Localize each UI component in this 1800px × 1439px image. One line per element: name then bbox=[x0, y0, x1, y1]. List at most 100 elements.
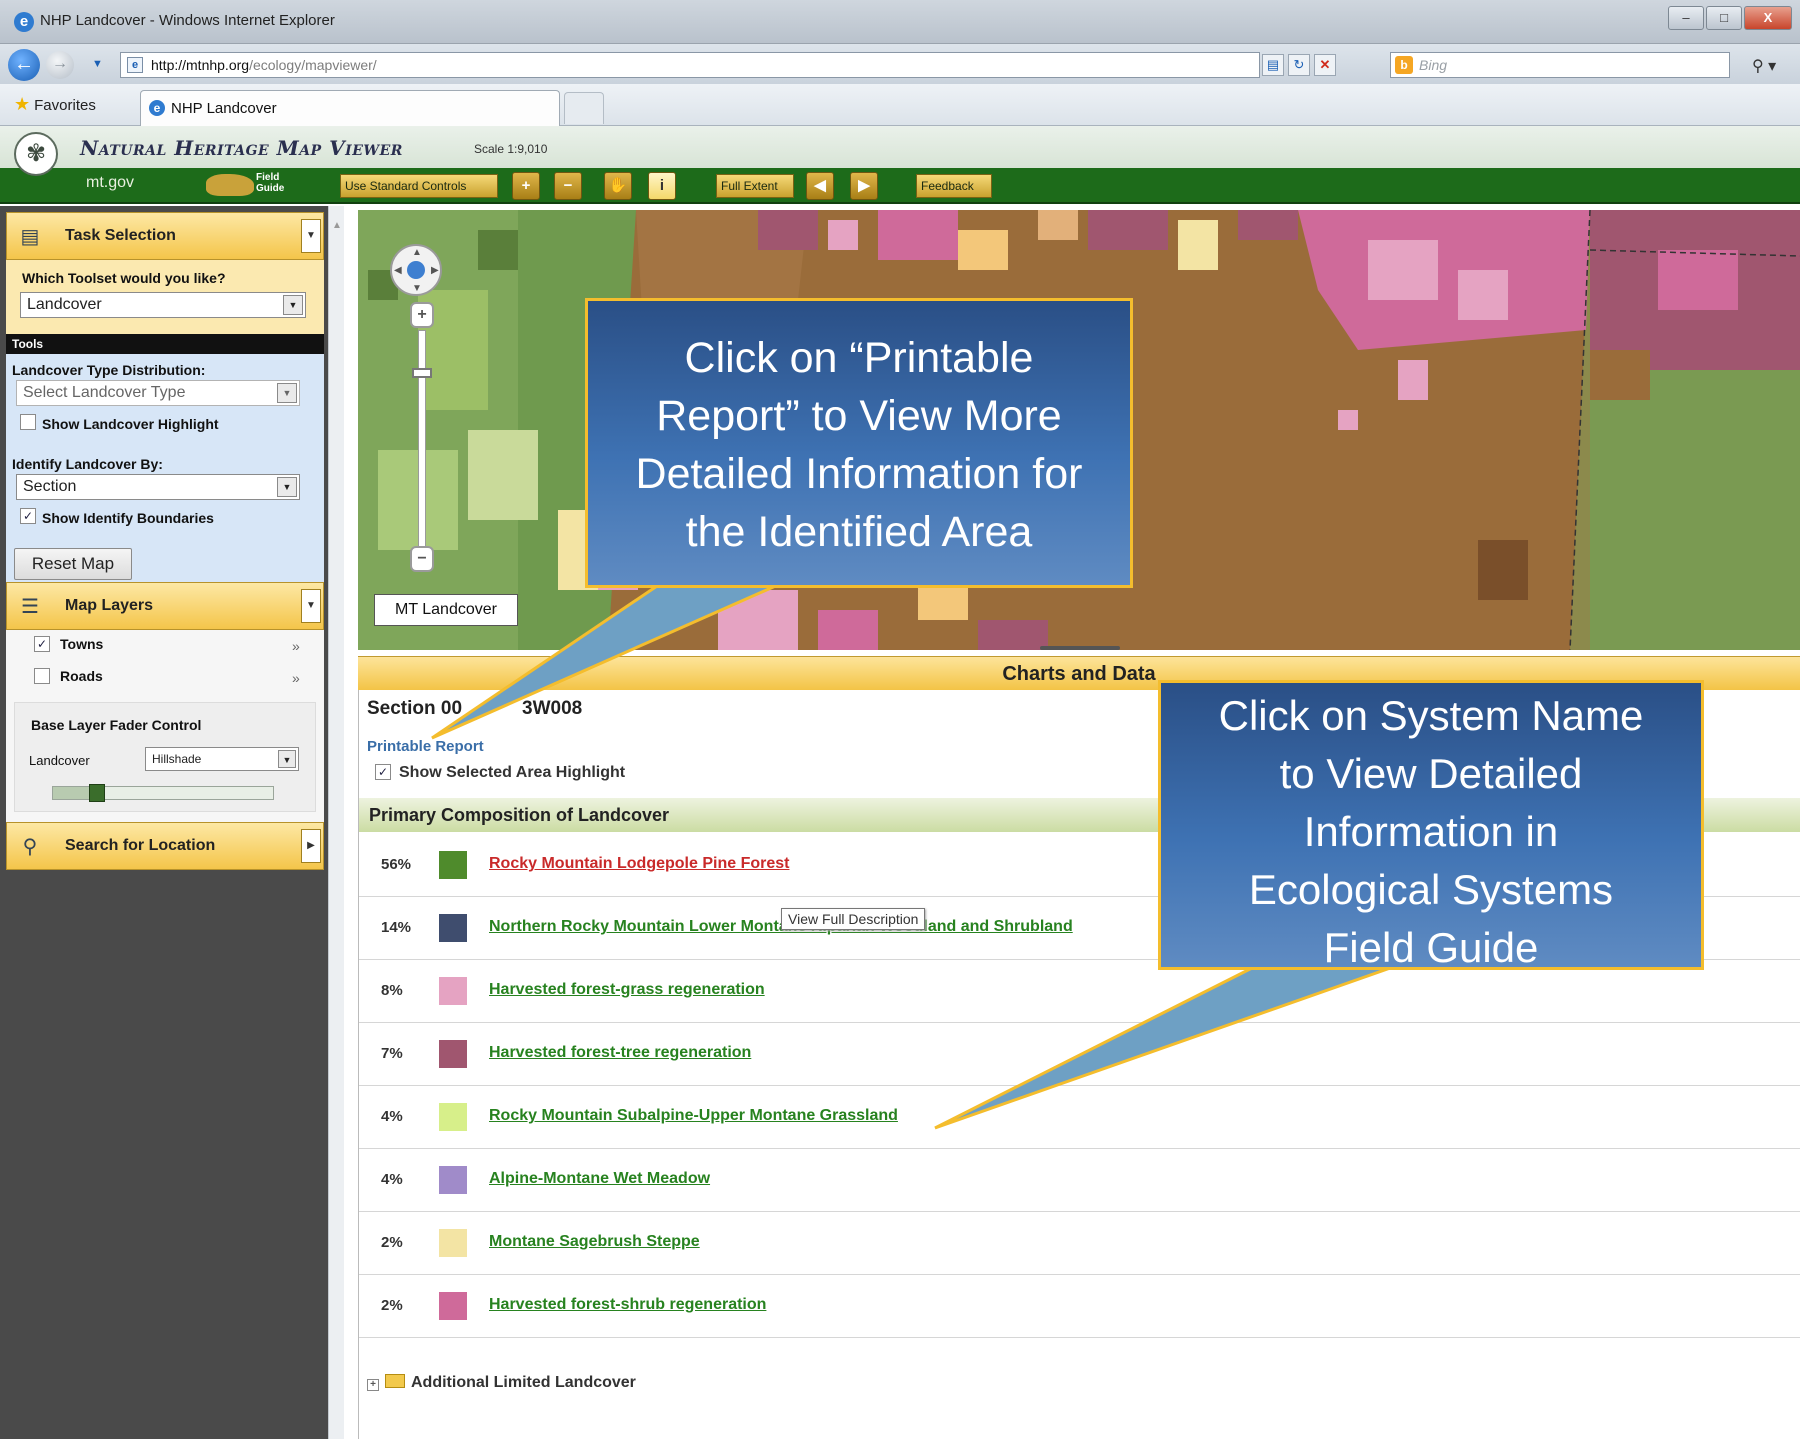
next-extent-icon[interactable]: ▶ bbox=[850, 172, 878, 200]
description-tooltip: View Full Description bbox=[781, 908, 926, 930]
map-resize-handle[interactable] bbox=[1040, 646, 1120, 650]
landcover-row: 4% Rocky Mountain Subalpine-Upper Montane… bbox=[359, 1086, 1800, 1149]
roads-label: Roads bbox=[60, 668, 103, 684]
task-selection-label: Task Selection bbox=[65, 227, 176, 244]
pan-west-icon[interactable]: ◀ bbox=[394, 265, 402, 276]
towns-checkbox[interactable]: ✓ bbox=[34, 636, 50, 652]
collapse-arrow-icon[interactable]: ▼ bbox=[301, 219, 321, 253]
fader-slider[interactable] bbox=[52, 784, 274, 802]
landcover-percent: 4% bbox=[381, 1108, 403, 1125]
full-extent-button[interactable]: Full Extent bbox=[716, 174, 794, 198]
pan-south-icon[interactable]: ▼ bbox=[412, 283, 422, 294]
fader-layer-select[interactable]: Hillshade ▼ bbox=[145, 747, 299, 771]
zoom-slider-thumb[interactable] bbox=[412, 368, 432, 378]
landcover-percent: 7% bbox=[381, 1045, 403, 1062]
field-guide-link[interactable]: Field Guide bbox=[206, 172, 292, 198]
landcover-type-select[interactable]: Select Landcover Type ▼ bbox=[16, 380, 300, 406]
system-name-link[interactable]: Harvested forest-tree regeneration bbox=[489, 1044, 751, 1062]
app-header: ✾ Natural Heritage Map Viewer Scale 1:9,… bbox=[0, 126, 1800, 176]
landcover-row: 7% Harvested forest-tree regeneration bbox=[359, 1023, 1800, 1086]
pan-east-icon[interactable]: ▶ bbox=[431, 265, 439, 276]
pan-control[interactable]: ▲ ▼ ◀ ▶ bbox=[390, 244, 442, 296]
pan-north-icon[interactable]: ▲ bbox=[412, 247, 422, 258]
tools-block: Landcover Type Distribution: Select Land… bbox=[6, 354, 324, 534]
stop-icon[interactable]: ✕ bbox=[1314, 54, 1336, 76]
collapse-arrow-icon[interactable]: ▼ bbox=[301, 589, 321, 623]
system-name-link[interactable]: Rocky Mountain Subalpine-Upper Montane G… bbox=[489, 1107, 898, 1125]
landcover-highlight-label: Show Landcover Highlight bbox=[42, 416, 219, 432]
landcover-row: 2% Montane Sagebrush Steppe bbox=[359, 1212, 1800, 1275]
new-tab-button[interactable] bbox=[564, 92, 604, 124]
search-icon[interactable]: ⚲ ▾ bbox=[1752, 56, 1776, 76]
previous-extent-icon[interactable]: ◀ bbox=[806, 172, 834, 200]
identify-info-icon[interactable]: i bbox=[648, 172, 676, 200]
magnifier-icon: ⚲ bbox=[22, 836, 38, 858]
additional-landcover-node[interactable]: + Additional Limited Landcover bbox=[367, 1374, 636, 1392]
mt-gov-link[interactable]: mt.gov bbox=[86, 174, 134, 192]
map-zoom-out-button[interactable]: − bbox=[410, 546, 434, 572]
minimize-button[interactable]: – bbox=[1668, 6, 1704, 30]
task-selection-header[interactable]: ▤ Task Selection ▼ bbox=[6, 212, 324, 260]
selected-area-checkbox[interactable]: ✓ bbox=[375, 764, 391, 780]
star-icon: ★ bbox=[14, 94, 31, 114]
fader-heading: Base Layer Fader Control bbox=[31, 717, 202, 733]
folder-icon bbox=[385, 1374, 405, 1388]
system-name-link[interactable]: Harvested forest-grass regeneration bbox=[489, 981, 765, 999]
forward-button[interactable]: → bbox=[46, 51, 74, 79]
globe-icon[interactable] bbox=[407, 261, 425, 279]
color-swatch bbox=[439, 1229, 467, 1257]
standard-controls-button[interactable]: Use Standard Controls bbox=[340, 174, 498, 198]
roads-checkbox[interactable] bbox=[34, 668, 50, 684]
toolset-question: Which Toolset would you like? bbox=[22, 270, 226, 286]
tools-heading: Tools bbox=[6, 334, 324, 354]
distribution-label: Landcover Type Distribution: bbox=[12, 362, 206, 378]
system-name-link[interactable]: Alpine-Montane Wet Meadow bbox=[489, 1170, 710, 1188]
printable-report-callout: Click on “Printable Report” to View More… bbox=[585, 298, 1133, 588]
pan-hand-icon[interactable]: ✋ bbox=[604, 172, 632, 200]
toolset-select[interactable]: Landcover ▼ bbox=[20, 292, 306, 318]
reset-map-button[interactable]: Reset Map bbox=[14, 548, 132, 580]
favorites-button[interactable]: ★ Favorites bbox=[14, 94, 96, 115]
back-button[interactable]: ← bbox=[8, 49, 40, 81]
expand-arrow-icon[interactable]: ▶ bbox=[301, 829, 321, 863]
address-field[interactable]: e http://mtnhp.org/ecology/mapviewer/ bbox=[120, 52, 1260, 78]
fader-thumb[interactable] bbox=[89, 784, 105, 802]
identify-boundaries-label: Show Identify Boundaries bbox=[42, 510, 214, 526]
zoom-out-icon[interactable]: − bbox=[554, 172, 582, 200]
maximize-button[interactable]: □ bbox=[1706, 6, 1742, 30]
toolset-block: Which Toolset would you like? Landcover ▼ bbox=[6, 260, 324, 334]
chevron-down-icon: ▼ bbox=[283, 295, 303, 315]
system-name-link[interactable]: Harvested forest-shrub regeneration bbox=[489, 1296, 766, 1314]
ie-icon: e bbox=[14, 12, 34, 32]
address-bar-row: ← → ▼ e http://mtnhp.org/ecology/mapview… bbox=[0, 44, 1800, 84]
browser-tab[interactable]: e NHP Landcover bbox=[140, 90, 560, 126]
section-title: Section 00 3W008 bbox=[367, 698, 583, 719]
zoom-in-icon[interactable]: + bbox=[512, 172, 540, 200]
zoom-slider-track[interactable] bbox=[418, 330, 426, 560]
towns-expand-icon[interactable]: » bbox=[292, 638, 300, 654]
map-layers-label: Map Layers bbox=[65, 597, 154, 614]
system-name-link[interactable]: Montane Sagebrush Steppe bbox=[489, 1233, 700, 1251]
search-input[interactable]: b Bing bbox=[1390, 52, 1730, 78]
search-location-header[interactable]: ⚲ Search for Location ▶ bbox=[6, 822, 324, 870]
map-layers-header[interactable]: ☰ Map Layers ▼ bbox=[6, 582, 324, 630]
expand-plus-icon[interactable]: + bbox=[367, 1379, 379, 1391]
scroll-up-icon[interactable]: ▲ bbox=[332, 220, 342, 231]
identify-label: Identify Landcover By: bbox=[12, 456, 163, 472]
roads-expand-icon[interactable]: » bbox=[292, 670, 300, 686]
refresh-icon[interactable]: ↻ bbox=[1288, 54, 1310, 76]
feedback-button[interactable]: Feedback bbox=[916, 174, 992, 198]
landcover-percent: 56% bbox=[381, 856, 412, 873]
identify-boundaries-checkbox[interactable]: ✓ bbox=[20, 508, 36, 524]
system-name-link[interactable]: Rocky Mountain Lodgepole Pine Forest bbox=[489, 855, 789, 873]
panel-scrollbar[interactable]: ▲ bbox=[328, 206, 344, 1439]
printable-report-link[interactable]: Printable Report bbox=[367, 738, 484, 755]
identify-by-select[interactable]: Section ▼ bbox=[16, 474, 300, 500]
color-swatch bbox=[439, 851, 467, 879]
close-button[interactable]: X bbox=[1744, 6, 1792, 30]
compat-view-icon[interactable]: ▤ bbox=[1262, 54, 1284, 76]
landcover-highlight-checkbox[interactable] bbox=[20, 414, 36, 430]
url-text: http://mtnhp.org/ecology/mapviewer/ bbox=[151, 57, 377, 73]
map-zoom-in-button[interactable]: + bbox=[410, 302, 434, 328]
history-dropdown-icon[interactable]: ▼ bbox=[92, 58, 103, 70]
